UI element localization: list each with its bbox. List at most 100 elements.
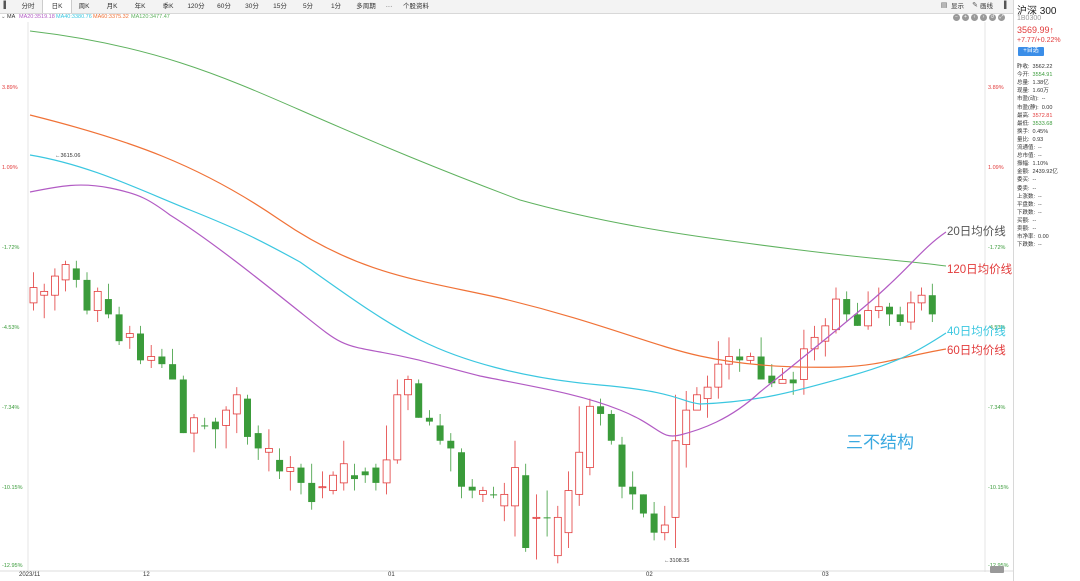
- candle-body: [61, 264, 70, 281]
- candle: [222, 406, 231, 449]
- quote-key: 最低:: [1017, 120, 1030, 127]
- candle-body: [51, 275, 59, 296]
- candle: [286, 456, 295, 491]
- quote-row: 卖额: --: [1017, 224, 1036, 232]
- period-tab-13[interactable]: ···: [382, 0, 396, 13]
- display-icon: ▤: [940, 2, 948, 9]
- quote-value: 0.45%: [1032, 128, 1049, 135]
- reset-icon[interactable]: ↺: [989, 14, 996, 21]
- candle: [254, 425, 262, 460]
- quote-row: 今开: 3554.91: [1017, 70, 1052, 78]
- right-icon[interactable]: ›: [980, 14, 987, 21]
- ma120-legend: MA120:3477.47: [131, 14, 170, 20]
- period-tab-14[interactable]: 个股资料: [396, 0, 436, 13]
- candle-body: [339, 463, 348, 484]
- candle: [917, 287, 926, 311]
- fullscreen-icon[interactable]: ⤢: [998, 14, 1005, 21]
- ma20-annotation: 20日均价线: [947, 226, 1006, 238]
- quote-value: --: [1041, 96, 1046, 103]
- candle: [725, 337, 733, 380]
- plus-icon[interactable]: +: [962, 14, 969, 21]
- period-tab-7[interactable]: 60分: [210, 0, 238, 13]
- period-tab-0[interactable]: 分时: [14, 0, 42, 13]
- candle: [318, 471, 327, 499]
- candle-body: [361, 471, 369, 476]
- panel-toggle-icon[interactable]: ▐: [1000, 2, 1008, 10]
- candle-body: [244, 398, 251, 437]
- candle-body: [896, 314, 904, 323]
- period-tab-2[interactable]: 周K: [70, 0, 98, 13]
- candle-body: [810, 336, 819, 350]
- x-tick-jan: 01: [388, 572, 395, 578]
- candle: [393, 379, 402, 464]
- candle-body: [928, 295, 936, 315]
- quote-value: --: [1038, 193, 1042, 200]
- candle: [511, 440, 519, 537]
- candle: [843, 291, 851, 323]
- draw-line-button[interactable]: 画线: [980, 0, 993, 13]
- candle: [832, 287, 840, 334]
- candle: [190, 413, 198, 453]
- candle-body: [276, 459, 284, 472]
- ma20-legend: MA20:3519.18: [19, 14, 55, 20]
- candle: [907, 291, 915, 330]
- quote-key: 市净率:: [1017, 234, 1036, 241]
- candle: [864, 291, 872, 330]
- period-tab-1[interactable]: 日K: [42, 0, 72, 13]
- quote-row: 委买: --: [1017, 175, 1036, 183]
- candle: [500, 482, 509, 522]
- candle-body: [104, 299, 112, 315]
- candle-body: [232, 394, 241, 415]
- minus-icon[interactable]: −: [953, 14, 960, 21]
- candle-body: [351, 475, 358, 480]
- candle-body: [874, 306, 883, 311]
- quote-row: 委卖: --: [1017, 184, 1036, 192]
- kline-chart: [0, 22, 1013, 572]
- period-tab-11[interactable]: 1分: [322, 0, 350, 13]
- period-tab-12[interactable]: 多周期: [350, 0, 382, 13]
- scroll-right-icon[interactable]: [990, 566, 1004, 573]
- add-watchlist-button[interactable]: +自选: [1018, 47, 1044, 56]
- quote-row: 最高: 3572.81: [1017, 111, 1052, 119]
- candle-body: [800, 348, 808, 380]
- quote-row: 平盘数: --: [1017, 200, 1042, 208]
- period-tab-10[interactable]: 5分: [294, 0, 322, 13]
- x-tick-mar: 03: [822, 572, 829, 578]
- x-tick-feb: 02: [646, 572, 653, 578]
- candle-body: [682, 409, 691, 445]
- candle: [746, 352, 755, 365]
- period-tab-4[interactable]: 年K: [126, 0, 154, 13]
- y-tick-left-4: -7.34%: [2, 405, 20, 411]
- candle-body: [843, 299, 851, 315]
- quote-row: 下跌数: --: [1017, 240, 1042, 248]
- candle: [415, 379, 423, 418]
- period-tab-8[interactable]: 30分: [238, 0, 266, 13]
- candle-body: [629, 486, 637, 495]
- period-tab-3[interactable]: 月K: [98, 0, 126, 13]
- y-tick-left-1: 1.09%: [2, 165, 18, 171]
- ma-collapse-icon[interactable]: ⌄: [1, 13, 6, 22]
- period-tab-6[interactable]: 120分: [182, 0, 210, 13]
- display-button[interactable]: 显示: [951, 0, 964, 13]
- candle: [169, 348, 177, 380]
- candle-body: [586, 405, 594, 468]
- quote-value: 3554.91: [1032, 72, 1053, 79]
- quote-key: 平盘数:: [1017, 201, 1036, 208]
- candle: [137, 325, 144, 365]
- candle: [104, 283, 112, 319]
- candle: [72, 260, 80, 288]
- period-tab-5[interactable]: 季K: [154, 0, 182, 13]
- y-tick-right-5: -10.15%: [988, 485, 1009, 491]
- candle: [339, 440, 348, 491]
- candle: [83, 272, 91, 315]
- quote-key: 委卖:: [1017, 185, 1030, 192]
- quote-value: 0.00: [1041, 104, 1053, 111]
- draw-line-icon: ✎: [972, 2, 978, 9]
- left-icon[interactable]: ‹: [971, 14, 978, 21]
- candle-body: [425, 417, 433, 422]
- sidebar-toggle-icon[interactable]: ▌: [2, 2, 10, 10]
- quote-key: 买额:: [1017, 217, 1030, 224]
- candle: [650, 502, 658, 541]
- quote-key: 上涨数:: [1017, 193, 1036, 200]
- period-tab-9[interactable]: 15分: [266, 0, 294, 13]
